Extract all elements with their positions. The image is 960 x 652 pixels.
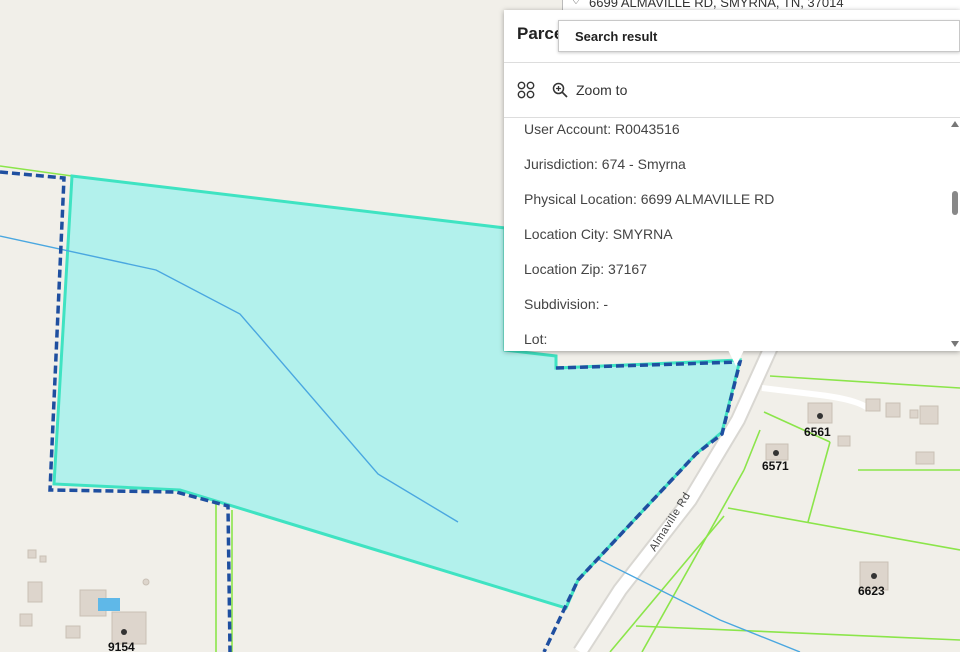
building — [837, 435, 851, 447]
attr-subdivision: Subdivision: - — [524, 296, 609, 312]
building — [915, 451, 935, 465]
popup-scrollbar[interactable] — [950, 117, 960, 351]
search-result-label: Search result — [575, 28, 658, 44]
popup-actions: Zoom to — [504, 62, 960, 118]
scroll-up-icon[interactable] — [951, 121, 959, 127]
location-pin-icon: ♢ — [570, 0, 582, 7]
zoom-in-icon — [552, 82, 568, 98]
building — [885, 402, 901, 418]
attr-location-zip: Location Zip: 37167 — [524, 261, 647, 277]
address-point — [121, 629, 127, 635]
grid-icon[interactable] — [516, 80, 536, 100]
address-point — [773, 450, 779, 456]
search-result-header[interactable]: Search result — [558, 20, 960, 52]
building — [909, 409, 919, 419]
building — [65, 625, 81, 639]
zoom-to-button[interactable]: Zoom to — [552, 82, 627, 98]
pool — [98, 598, 120, 611]
attr-physical-location: Physical Location: 6699 ALMAVILLE RD — [524, 191, 775, 207]
address-point — [871, 573, 877, 579]
address-label-6561: 6561 — [804, 425, 831, 439]
popup-pointer — [728, 350, 744, 366]
attr-jurisdiction: Jurisdiction: 674 - Smyrna — [524, 156, 686, 172]
attr-lot: Lot: — [524, 331, 548, 347]
building — [865, 398, 881, 412]
building — [142, 578, 150, 586]
attr-user-account: User Account: R0043516 — [524, 121, 680, 137]
address-point — [817, 413, 823, 419]
building — [27, 549, 37, 559]
building — [39, 555, 47, 563]
attr-location-city: Location City: SMYRNA — [524, 226, 673, 242]
scroll-down-icon[interactable] — [951, 341, 959, 347]
address-label-6623: 6623 — [858, 584, 885, 598]
address-label-6571: 6571 — [762, 459, 789, 473]
building — [27, 581, 43, 603]
attribute-list[interactable]: User Account: R0043516 Jurisdiction: 674… — [504, 117, 950, 351]
address-label-9154: 9154 — [108, 640, 135, 652]
zoom-to-label: Zoom to — [576, 82, 628, 98]
building — [919, 405, 939, 425]
search-suggestion-text: 6699 ALMAVILLE RD, SMYRNA, TN, 37014 — [589, 0, 844, 10]
building — [19, 613, 33, 627]
scroll-thumb[interactable] — [952, 191, 958, 215]
